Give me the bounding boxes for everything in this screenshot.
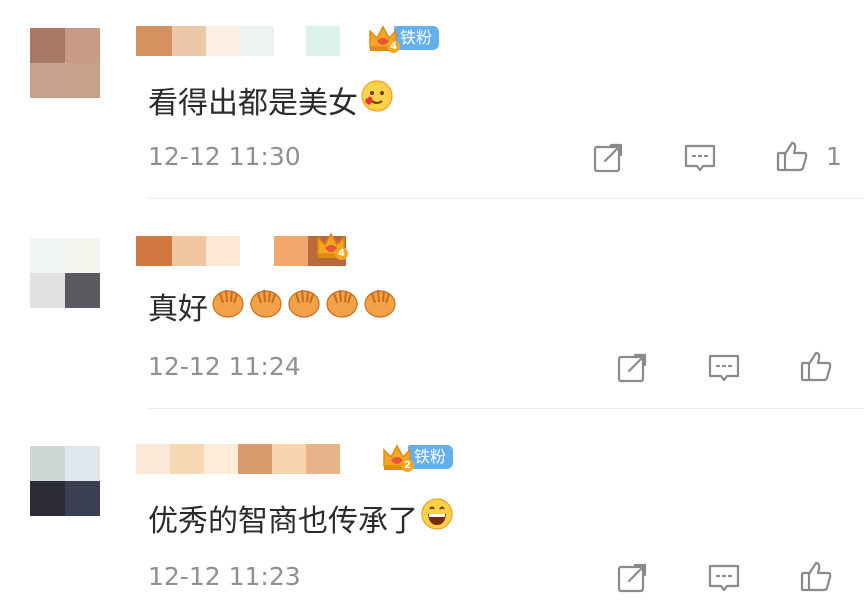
crown-icon: 4	[314, 228, 348, 262]
like-count: 1	[826, 142, 842, 171]
comment-item: 4 铁粉 看得出都是美女 12-12 11:30 1	[0, 0, 864, 200]
avatar[interactable]	[30, 238, 100, 308]
comment-text: 优秀的智商也传承了	[148, 504, 418, 539]
crown-icon: 4	[366, 21, 400, 55]
badge-row: 4 铁粉	[366, 21, 440, 55]
timestamp: 12-12 11:23	[148, 562, 301, 591]
timestamp: 12-12 11:24	[148, 352, 301, 381]
comment-icon[interactable]	[680, 138, 720, 178]
fan-badge[interactable]: 铁粉	[408, 445, 454, 469]
clapping-hands-icon	[248, 285, 284, 327]
timestamp: 12-12 11:30	[148, 142, 301, 171]
share-icon[interactable]	[612, 348, 652, 388]
comment-item: 2 铁粉 优秀的智商也传承了 12-12 11:23	[0, 410, 864, 614]
share-icon[interactable]	[612, 558, 652, 598]
badge-row: 2 铁粉	[380, 440, 454, 474]
fan-badge[interactable]: 铁粉	[394, 26, 440, 50]
avatar[interactable]	[30, 446, 100, 516]
clapping-hands-icon	[362, 285, 398, 327]
divider	[148, 198, 864, 199]
thumbs-up-icon[interactable]	[796, 346, 836, 386]
divider	[148, 408, 864, 409]
clapping-hands-icon	[324, 285, 360, 327]
comment-text: 真好	[148, 292, 208, 327]
clapping-hands-icon	[286, 285, 322, 327]
smiling-face-with-heart-icon	[360, 79, 394, 121]
clapping-hands-icon	[210, 285, 246, 327]
crown-level: 4	[335, 247, 348, 260]
badge-row: 4	[314, 228, 348, 262]
crown-icon: 2	[380, 440, 414, 474]
username-blurred[interactable]	[136, 26, 340, 56]
username-blurred[interactable]	[136, 444, 340, 474]
comment-icon[interactable]	[704, 558, 744, 598]
comment-text-row: 看得出都是美女	[148, 78, 394, 122]
share-icon[interactable]	[588, 138, 628, 178]
crown-level: 4	[387, 40, 400, 53]
thumbs-up-icon[interactable]	[796, 556, 836, 596]
avatar[interactable]	[30, 28, 100, 98]
crown-level: 2	[401, 459, 414, 472]
comment-icon[interactable]	[704, 348, 744, 388]
thumbs-up-icon[interactable]	[772, 136, 812, 176]
comment-text: 看得出都是美女	[148, 86, 358, 121]
grinning-face-icon	[420, 497, 454, 539]
comment-text-row: 优秀的智商也传承了	[148, 496, 454, 540]
comment-text-row: 真好	[148, 284, 398, 328]
comment-item: 4 真好 12-12 11:24	[0, 200, 864, 410]
